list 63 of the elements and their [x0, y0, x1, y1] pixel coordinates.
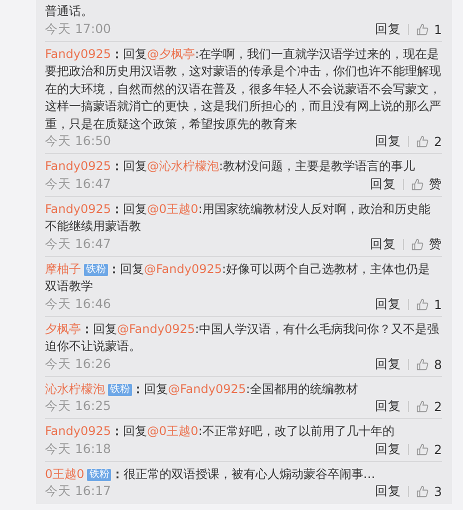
like-count: 赞: [429, 176, 442, 192]
mention-link[interactable]: @0王越0: [147, 424, 198, 438]
username-link[interactable]: 夕枫亭: [45, 322, 81, 336]
mention-link[interactable]: @Fandy0925: [117, 322, 196, 336]
comment-time: 今天 16:47: [45, 176, 111, 192]
like-count: 1: [434, 22, 442, 36]
comment-text: 摩柚子 铁粉 ：回复@Fandy0925:好像可以两个自己选教材，主体也仍是双语教学: [45, 260, 432, 295]
comment-time: 今天 16:50: [45, 133, 111, 150]
thumbs-up-icon[interactable]: [416, 22, 430, 36]
mention-link[interactable]: @0王越0: [147, 202, 198, 216]
thumbs-up-icon[interactable]: [416, 135, 430, 148]
like-count: 2: [434, 399, 442, 414]
thumbs-up-icon[interactable]: [416, 400, 430, 413]
like-count: 3: [434, 484, 442, 499]
comment-time: 今天 16:18: [45, 440, 111, 458]
fan-badge: 铁粉: [87, 468, 112, 480]
reply-link[interactable]: 回复: [375, 398, 402, 415]
reply-link[interactable]: 回复: [375, 356, 402, 372]
thumbs-up-icon[interactable]: [416, 442, 430, 456]
reply-link[interactable]: 回复: [370, 176, 396, 192]
comment-text: 夕枫亭：回复@Fandy0925:中国人学汉语，有什么毛病我问你？又不是强迫你不让说蒙语。: [45, 320, 440, 355]
mention-link[interactable]: @Fandy0925: [168, 382, 246, 396]
username-link[interactable]: 摩柚子: [45, 262, 81, 276]
thumbs-up-icon[interactable]: [411, 238, 424, 250]
comment-time: 今天 16:25: [45, 398, 111, 415]
reply-link[interactable]: 回复: [375, 440, 402, 458]
fan-badge: 铁粉: [84, 264, 108, 276]
mention-link[interactable]: @沁水柠檬泡: [147, 159, 220, 173]
comment-text: 普通话。: [45, 3, 94, 20]
reply-link[interactable]: 回复: [375, 20, 402, 38]
comment-time: 今天 16:46: [45, 296, 111, 312]
comment-time: 今天 16:26: [45, 356, 111, 372]
reply-link[interactable]: 回复: [375, 133, 402, 150]
comment-text: Fandy0925：回复@夕枫亭:在学啊，我们一直就学汉语学过来的，现在是要把政治和历史用汉语教，这对蒙语的传承是个冲击，你们也许不能理解现在的大环境，自然而然的汉语在普及，很多年轻人不会说蒙语不会写蒙文，这样一搞蒙语就消亡的更快，这是我们所担心的，而且没有网上说的那么严重，只是在质疑这个政策，希望按原先的教育来: [45, 46, 442, 132]
thumbs-up-icon[interactable]: [411, 178, 424, 190]
reply-link[interactable]: 回复: [370, 236, 396, 252]
comment-text: 0王越0 铁粉 ：很正常的双语授课，被有心人煽动蒙谷卒闹事…: [45, 466, 376, 482]
like-count: 赞: [429, 236, 442, 252]
mention-link[interactable]: @夕枫亭: [147, 46, 196, 60]
mention-link[interactable]: @Fandy0925: [144, 262, 222, 276]
username-link[interactable]: Fandy0925: [45, 424, 112, 438]
thumbs-up-icon[interactable]: [416, 298, 430, 310]
comment-text: 沁水柠檬泡 铁粉 ：回复@Fandy0925:全国都用的统编教材: [45, 380, 360, 398]
thumbs-up-icon[interactable]: [416, 358, 430, 370]
thumbs-up-icon[interactable]: [416, 485, 430, 498]
comment-time: 今天 16:17: [45, 483, 111, 500]
username-link[interactable]: 沁水柠檬泡: [45, 382, 105, 396]
comment-text: Fandy0925：回复@0王越0:用国家统编教材没人反对啊，政治和历史能不能继续用蒙语教: [45, 200, 432, 235]
username-link[interactable]: Fandy0925: [45, 202, 112, 216]
like-count: 1: [434, 296, 442, 312]
like-count: 8: [434, 356, 442, 372]
username-link[interactable]: 0王越0: [45, 466, 84, 480]
like-count: 2: [434, 442, 442, 456]
comment-time: 今天 17:00: [45, 20, 111, 38]
comment-text: Fandy0925：回复@0王越0:不正常好吧，改了以前用了几十年的: [45, 423, 396, 440]
username-link[interactable]: Fandy0925: [45, 159, 112, 173]
like-count: 2: [434, 134, 442, 149]
fan-badge: 铁粉: [108, 384, 132, 396]
reply-link[interactable]: 回复: [375, 296, 402, 312]
comment-time: 今天 16:47: [45, 236, 111, 252]
reply-link[interactable]: 回复: [375, 483, 402, 500]
comment-text: Fandy0925：回复@沁水柠檬泡:教材没问题，主要是教学语言的事儿: [45, 158, 416, 175]
username-link[interactable]: Fandy0925: [45, 46, 112, 60]
